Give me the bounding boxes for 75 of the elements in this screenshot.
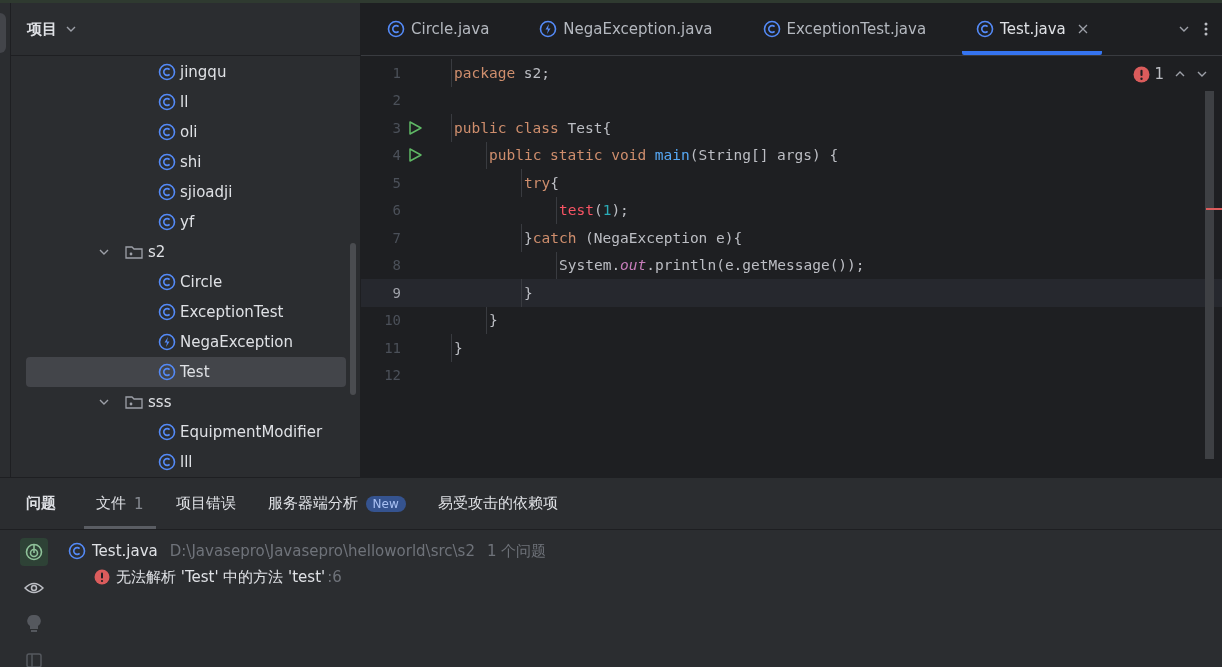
exception-class-icon <box>158 333 176 351</box>
tree-item[interactable]: sjioadji <box>26 177 346 207</box>
panel-title: 项目 <box>27 19 57 39</box>
code-line: } <box>486 306 498 334</box>
scrollbar[interactable] <box>350 243 356 395</box>
target-icon <box>24 542 44 562</box>
error-icon <box>1133 65 1151 83</box>
class-icon <box>68 542 86 560</box>
editor-tab[interactable]: NegaException.java <box>525 3 727 55</box>
line-number: 9 <box>391 284 401 301</box>
code-line: try{ <box>521 169 559 197</box>
code-line: } <box>521 279 533 307</box>
class-icon <box>158 453 176 471</box>
tree-item[interactable]: shi <box>26 147 346 177</box>
tree-item[interactable]: EquipmentModifier <box>26 417 346 447</box>
class-icon <box>158 423 176 441</box>
exception-class-icon <box>539 20 558 38</box>
tree-item[interactable]: lll <box>26 447 346 477</box>
scrollbar[interactable] <box>1205 91 1214 459</box>
tree-item[interactable]: jingqu <box>26 57 346 87</box>
problem-message[interactable]: 无法解析 'Test' 中的方法 'test' <box>116 567 326 587</box>
class-icon <box>158 63 176 81</box>
tree-item[interactable]: sss <box>26 387 346 417</box>
tree-item[interactable]: Test <box>26 357 346 387</box>
tree-item[interactable]: oli <box>26 117 346 147</box>
tree-item[interactable]: s2 <box>26 237 346 267</box>
tab-count: 1 <box>134 494 144 513</box>
class-icon <box>158 273 176 291</box>
folder-icon <box>124 243 144 261</box>
file-name[interactable]: Test.java <box>92 542 158 560</box>
panel-tab[interactable]: 文件 1 <box>84 478 156 529</box>
tree-item[interactable]: yf <box>26 207 346 237</box>
folder-icon <box>124 393 144 411</box>
editor-tab[interactable]: ExceptionTest.java <box>748 3 941 55</box>
tree-item[interactable]: ll <box>26 87 346 117</box>
new-badge: New <box>365 495 406 512</box>
code-line: public static void main(String[] args) { <box>486 141 839 169</box>
tab-label: 项目错误 <box>175 494 236 513</box>
class-icon <box>387 20 405 38</box>
file-path: D:\Javasepro\Javasepro\helloworld\src\s2 <box>169 542 475 560</box>
tree-item[interactable]: NegaException <box>26 327 346 357</box>
more-icon[interactable] <box>1204 22 1208 36</box>
panel-tab[interactable]: 项目错误 <box>163 478 248 529</box>
tab-label: 服务器端分析 <box>267 494 358 513</box>
class-icon <box>158 303 176 321</box>
class-icon <box>158 93 176 111</box>
panel-tab[interactable]: 易受攻击的依赖项 <box>425 478 570 529</box>
class-icon <box>762 20 781 38</box>
class-icon <box>158 183 176 201</box>
error-icon <box>94 569 110 585</box>
close-icon[interactable] <box>1077 24 1088 34</box>
auto-scroll-button[interactable] <box>20 538 48 566</box>
code-line: test(1); <box>556 196 629 224</box>
editor-tab[interactable]: Circle.java <box>373 3 504 55</box>
run-icon[interactable] <box>407 147 423 164</box>
tree-item[interactable]: ExceptionTest <box>26 297 346 327</box>
code-line: } <box>451 334 463 362</box>
class-icon <box>976 20 995 38</box>
problem-summary: 1 个问题 <box>486 541 547 561</box>
problem-line: :6 <box>327 568 342 586</box>
class-icon <box>158 153 176 171</box>
class-icon <box>158 363 176 381</box>
code-line: }catch (NegaException e){ <box>521 224 743 252</box>
tab-label: 文件 <box>96 494 126 513</box>
code-line: public class Test{ <box>451 114 612 142</box>
tab-label: 易受攻击的依赖项 <box>437 494 558 513</box>
class-icon <box>158 213 176 231</box>
error-count: 1 <box>1154 65 1164 83</box>
tree-item[interactable]: Circle <box>26 267 346 297</box>
code-line: package s2; <box>451 59 551 87</box>
panel-title: 问题 <box>26 494 56 513</box>
run-icon[interactable] <box>407 119 423 136</box>
class-icon <box>158 123 176 141</box>
panel-tab[interactable]: 服务器端分析 New <box>255 478 418 529</box>
editor-tab[interactable]: Test.java <box>962 3 1102 55</box>
